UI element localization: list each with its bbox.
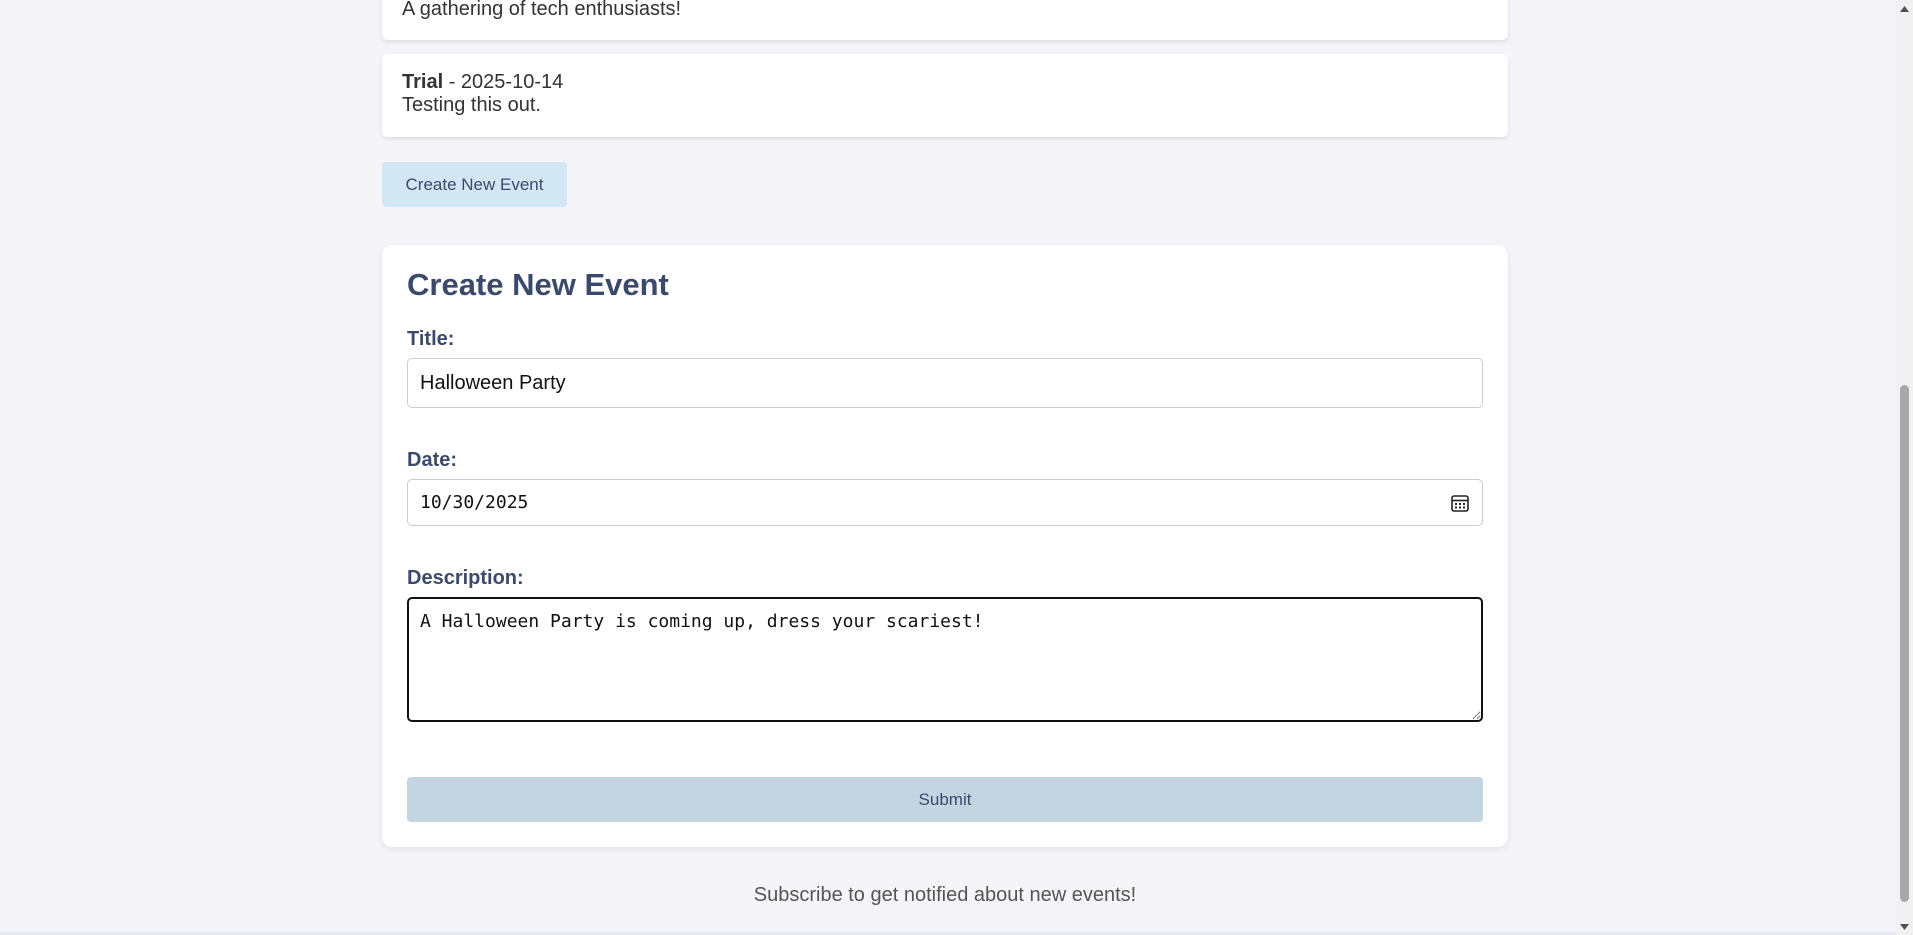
date-value: 10/30/2025 [420, 492, 529, 513]
title-label: Title: [407, 328, 455, 350]
form-heading: Create New Event [407, 267, 669, 302]
event-date: 2025-10-14 [460, 71, 564, 93]
event-description: Testing this out. [402, 94, 541, 116]
arrow-down-icon[interactable] [1896, 918, 1913, 935]
date-input[interactable]: 10/30/2025 [407, 479, 1483, 526]
description-textarea[interactable]: A Halloween Party is coming up, dress yo… [407, 597, 1483, 722]
submit-button[interactable]: Submit [407, 777, 1483, 822]
create-new-event-button[interactable]: Create New Event [382, 162, 567, 207]
create-event-form: Create New Event Title: Date: 10/30/2025 [382, 245, 1508, 847]
event-card: A gathering of tech enthusiasts! [382, 0, 1508, 40]
scrollbar-thumb[interactable] [1900, 385, 1909, 902]
date-label: Date: [407, 449, 458, 471]
subscribe-text: Subscribe to get notified about new even… [753, 884, 1137, 906]
page-scrollbar[interactable] [1896, 0, 1913, 935]
event-title: Trial [402, 71, 444, 93]
description-label: Description: [407, 567, 524, 589]
title-input[interactable] [407, 358, 1483, 408]
page: A gathering of tech enthusiasts! Trial -… [0, 0, 1913, 935]
event-card: Trial - 2025-10-14 Testing this out. [382, 54, 1508, 137]
event-description: A gathering of tech enthusiasts! [402, 0, 682, 20]
arrow-up-icon[interactable] [1896, 0, 1913, 17]
calendar-icon[interactable] [1450, 493, 1470, 513]
event-separator: - [443, 71, 461, 93]
